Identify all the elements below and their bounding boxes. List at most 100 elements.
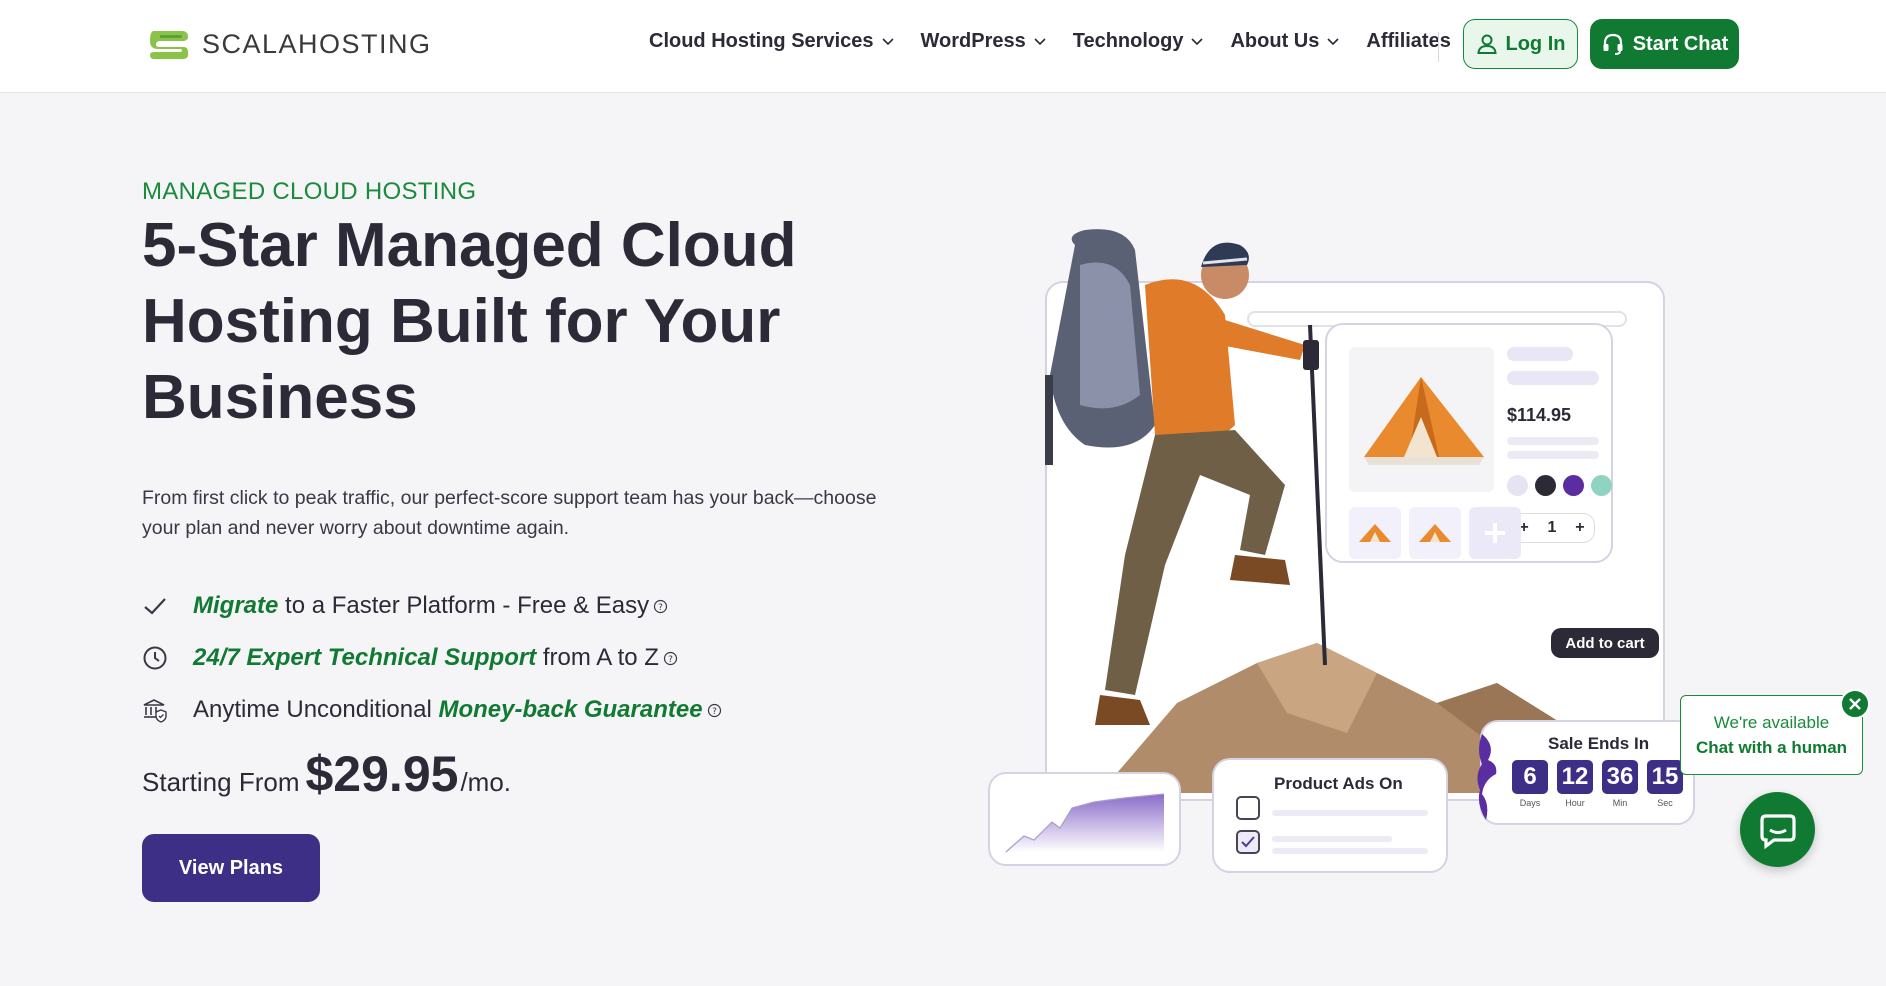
- placeholder-bar: [1507, 437, 1599, 445]
- tent-icon: [1419, 524, 1451, 542]
- countdown-label: Days: [1519, 798, 1541, 808]
- scala-logo-icon: [150, 31, 188, 59]
- start-chat-label: Start Chat: [1632, 32, 1729, 55]
- countdown-minutes: 36: [1602, 760, 1638, 794]
- view-plans-button[interactable]: View Plans: [142, 834, 320, 902]
- site-header: SCALAHOSTING Cloud Hosting Services Word…: [0, 0, 1886, 93]
- nav-label: Technology: [1072, 30, 1184, 52]
- check-icon: [144, 598, 166, 615]
- hero-intro: From first click to peak traffic, our pe…: [142, 487, 877, 539]
- color-swatches: [1507, 475, 1612, 496]
- countdown-hours: 12: [1557, 760, 1593, 794]
- nav-label: About Us: [1230, 30, 1320, 52]
- ads-checkbox-checked[interactable]: [1236, 830, 1260, 854]
- analytics-card: [988, 772, 1181, 866]
- plus-icon: [1485, 523, 1505, 543]
- countdown-seconds: 15: [1647, 760, 1683, 794]
- page-title: 5-Star Managed Cloud Hosting Built for Y…: [142, 208, 842, 436]
- price-suffix: /mo.: [460, 767, 512, 797]
- product-ads-title: Product Ads On: [1274, 774, 1403, 793]
- countdown-label: Sec: [1657, 798, 1673, 808]
- main-nav: Cloud Hosting Services WordPress Technol…: [649, 30, 1451, 53]
- product-price: $114.95: [1507, 405, 1572, 425]
- nav-label: Cloud Hosting Services: [649, 30, 874, 52]
- swatch-light[interactable]: [1507, 475, 1528, 496]
- title-line-3: Business: [142, 363, 418, 432]
- thumbnail[interactable]: [1409, 507, 1461, 559]
- placeholder-bar: [1272, 836, 1392, 842]
- user-icon: [1476, 34, 1497, 54]
- traffic-graph: [1005, 793, 1165, 853]
- chevron-down-icon: [881, 37, 894, 45]
- chat-bubble-icon: [1759, 813, 1796, 849]
- ribbon-decoration: [1477, 734, 1497, 820]
- chat-prompt-text: Chat with a human: [1695, 738, 1848, 757]
- help-icon[interactable]: ?: [663, 651, 678, 666]
- login-label: Log In: [1505, 32, 1566, 55]
- chat-launcher-button[interactable]: [1740, 792, 1815, 867]
- help-icon[interactable]: ?: [707, 703, 722, 718]
- quantity-value: 1: [1547, 519, 1557, 536]
- product-card: $114.95 + 1 +: [1325, 323, 1613, 563]
- thumbnail-row: [1349, 507, 1521, 559]
- feature-list: Migrate to a Faster Platform - Free & Ea…: [142, 580, 722, 736]
- help-icon[interactable]: ?: [653, 599, 668, 614]
- chevron-down-icon: [1034, 37, 1046, 45]
- price-amount: $29.95: [305, 746, 459, 802]
- product-ads-card: Product Ads On: [1212, 758, 1448, 873]
- nav-divider: [1438, 32, 1439, 62]
- countdown-label: Min: [1612, 798, 1628, 808]
- feature-text: to a Faster Platform - Free & Easy: [278, 592, 650, 619]
- chevron-down-icon: [1327, 37, 1339, 45]
- title-line-2: Hosting Built for Your: [142, 287, 781, 356]
- tent-icon: [1359, 524, 1391, 542]
- swatch-teal[interactable]: [1591, 475, 1612, 496]
- feature-text: from A to Z: [536, 644, 659, 671]
- swatch-dark[interactable]: [1535, 475, 1556, 496]
- add-to-cart-button[interactable]: Add to cart: [1551, 628, 1659, 658]
- quantity-stepper[interactable]: + 1 +: [1509, 513, 1595, 543]
- increment-icon[interactable]: +: [1575, 519, 1584, 537]
- sale-countdown-card: Sale Ends In 6 12 36 15 Days Hour Min Se…: [1477, 720, 1695, 825]
- svg-text:?: ?: [712, 707, 717, 717]
- placeholder-bar: [1272, 848, 1428, 854]
- swatch-purple[interactable]: [1563, 475, 1584, 496]
- feature-item-money-back: Anytime Unconditional Money-back Guarant…: [142, 684, 722, 736]
- bank-shield-icon: [143, 699, 167, 723]
- placeholder-bar: [1507, 347, 1573, 361]
- nav-item-technology[interactable]: Technology: [1073, 30, 1204, 53]
- svg-text:?: ?: [668, 655, 673, 665]
- feature-item-support: 24/7 Expert Technical Support from A to …: [142, 632, 722, 684]
- chevron-down-icon: [1191, 37, 1204, 45]
- tent-product-image: [1349, 347, 1494, 492]
- start-chat-button[interactable]: Start Chat: [1590, 19, 1739, 69]
- placeholder-bar: [1507, 451, 1599, 459]
- nav-item-cloud-hosting-services[interactable]: Cloud Hosting Services: [649, 30, 894, 53]
- chat-status-text: We're available: [1713, 713, 1830, 732]
- clock-icon: [143, 646, 167, 670]
- feature-highlight[interactable]: Money-back Guarantee: [438, 696, 702, 724]
- feature-item-migrate: Migrate to a Faster Platform - Free & Ea…: [142, 580, 722, 632]
- price-prefix: Starting From: [142, 767, 300, 797]
- chat-availability-bubble[interactable]: We're available Chat with a human: [1680, 695, 1863, 775]
- title-line-1: 5-Star Managed Cloud: [142, 211, 797, 280]
- ads-checkbox-unchecked[interactable]: [1236, 796, 1260, 820]
- login-button[interactable]: Log In: [1463, 19, 1578, 69]
- chat-bubble-close-button[interactable]: [1840, 689, 1870, 719]
- countdown-label: Hour: [1565, 798, 1585, 808]
- check-icon: [1241, 836, 1255, 848]
- add-thumbnail[interactable]: [1469, 507, 1521, 559]
- close-icon: [1849, 698, 1861, 710]
- placeholder-bar: [1272, 810, 1428, 816]
- svg-text:?: ?: [658, 603, 663, 613]
- nav-item-about-us[interactable]: About Us: [1230, 30, 1339, 53]
- feature-highlight[interactable]: 24/7 Expert Technical Support: [193, 644, 536, 672]
- sale-ends-title: Sale Ends In: [1548, 734, 1650, 753]
- hiker-figure: [1045, 229, 1327, 725]
- nav-item-wordpress[interactable]: WordPress: [921, 30, 1046, 53]
- countdown-days: 6: [1512, 760, 1548, 794]
- brand-logo[interactable]: SCALAHOSTING: [146, 25, 432, 63]
- feature-highlight[interactable]: Migrate: [193, 592, 278, 620]
- starting-price: Starting From $29.95 /mo.: [142, 745, 511, 803]
- thumbnail[interactable]: [1349, 507, 1401, 559]
